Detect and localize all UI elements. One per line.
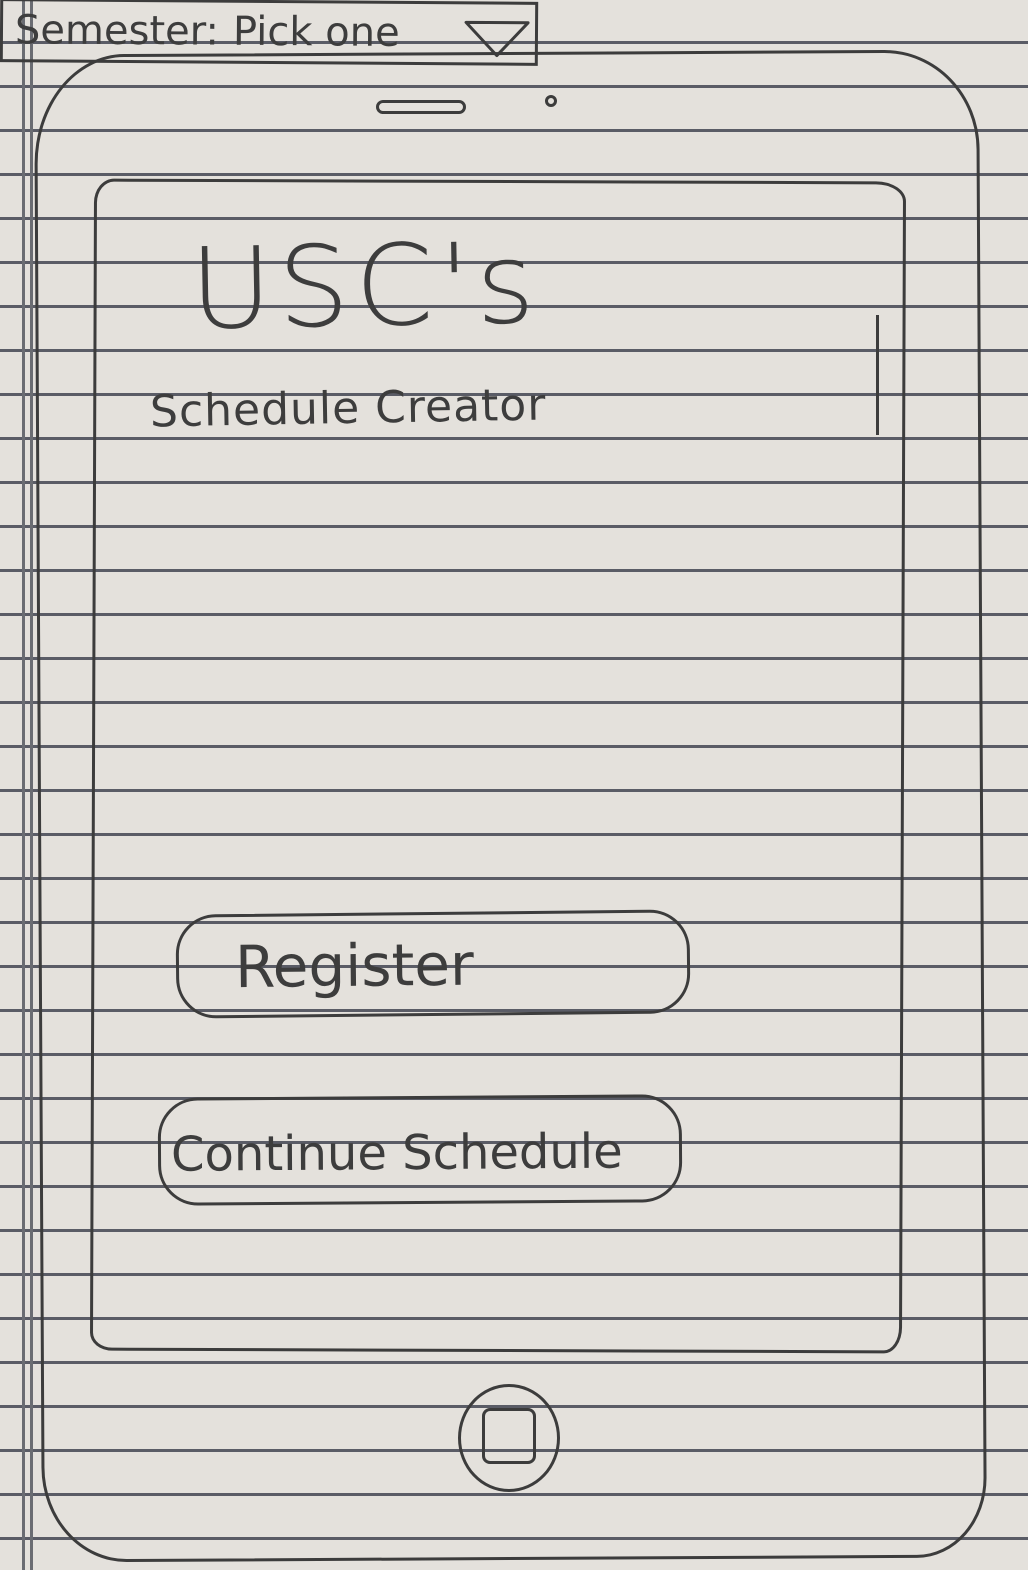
screen-edge-stroke [876,315,879,435]
register-button[interactable]: Register [175,909,691,1019]
home-button-icon [482,1408,536,1464]
semester-dropdown[interactable]: Semester: Pick one [0,0,539,66]
register-button-label: Register [234,930,475,1002]
continue-schedule-button-label: Continue Schedule [170,1123,623,1183]
continue-schedule-button[interactable]: Continue Schedule [157,1094,683,1206]
chevron-down-icon[interactable] [463,18,531,58]
semester-label: Semester: [14,7,220,55]
app-title: USC's [188,218,542,356]
paper-margin-line [30,0,33,1570]
app-subtitle: Schedule Creator [149,379,547,438]
speaker-grille [376,100,466,114]
semester-selected-value: Pick one [232,8,400,56]
paper-margin-line [22,0,25,1570]
front-camera-icon [545,95,557,107]
